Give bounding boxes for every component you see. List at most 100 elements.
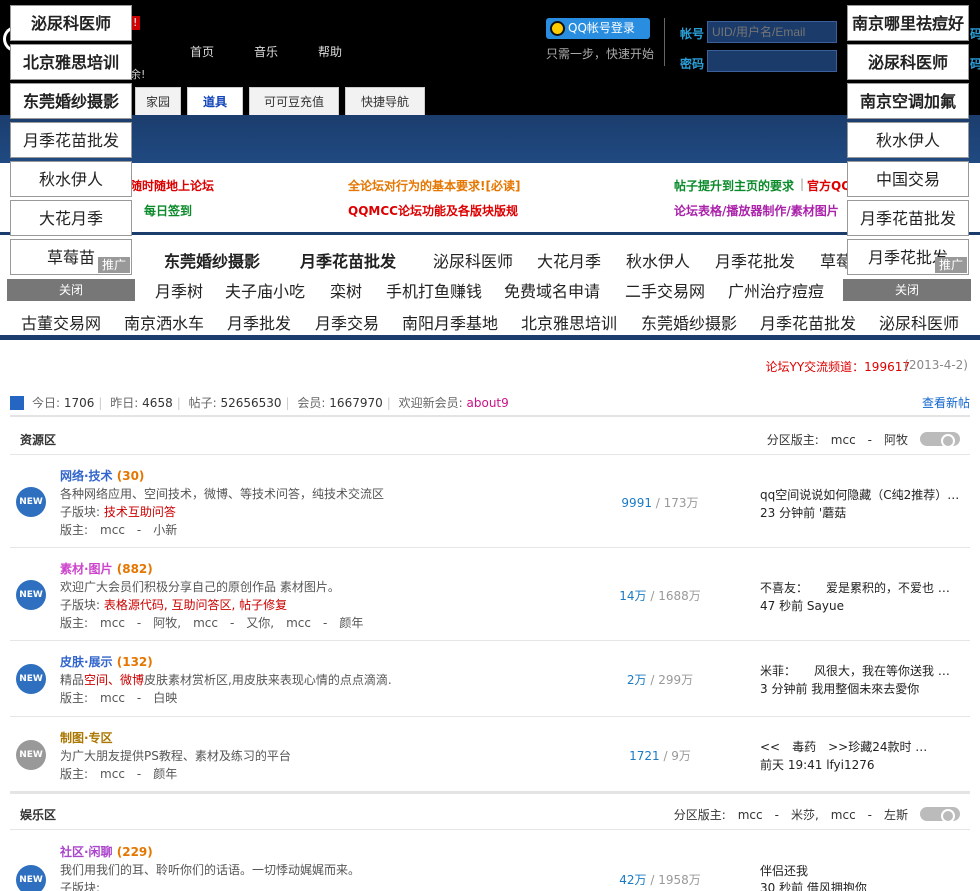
forum-name[interactable]: 社区·闲聊 (229) [60,843,153,860]
last-post-title[interactable]: qq空间说说如何隐藏（C纯2推荐）… [760,486,970,503]
float-ad-item[interactable]: 泌尿科医师 [10,5,132,41]
float-ad-item[interactable]: 月季花苗批发 [847,200,969,236]
notice-link[interactable]: 每日签到 [144,202,192,219]
ad-link[interactable]: 南京洒水车 [124,310,204,334]
password-label: 密码 [680,57,705,71]
float-ad-item[interactable]: 秋水伊人 [847,122,969,158]
collapse-toggle[interactable] [920,807,960,823]
ad-link[interactable]: 泌尿科医师 [879,310,959,334]
forum-desc: 各种网络应用、空间技术，微博、等技术问答，纯技术交流区 [60,487,385,501]
posts-count: 52656530 [220,396,282,410]
forum-desc: 精品空间、微博皮肤素材赏析区,用皮肤来表现心情的点点滴滴. [60,673,392,687]
ad-link[interactable]: 夫子庙小吃 [225,278,305,302]
cut-label: 码 [970,27,980,41]
float-ad-item[interactable]: 大花月季 [10,200,132,236]
float-close-button[interactable]: 关闭 [7,279,135,301]
yy-channel[interactable]: 论坛YY交流频道：199617 [766,358,910,375]
float-ad-item[interactable]: 南京哪里祛痘好 [847,5,969,41]
notice-link[interactable]: 帖子提升到主页的要求 [674,177,794,194]
yesterday-count: 4658 [142,396,173,410]
last-post-meta: 前天 19:41 lfyi1276 [760,758,875,772]
last-post-title[interactable]: 不喜友： 爱是累积的，不爱也 … [760,579,970,596]
ad-link[interactable]: 秋水伊人 [626,248,690,272]
password-input[interactable] [707,50,837,72]
last-post-meta: 47 秒前 Sayue [760,599,844,613]
ad-link[interactable]: 广州治疗痘痘 [728,278,824,302]
forum-row: NEW 社区·闲聊 (229) 我们用我们的耳、聆听你们的话语。一切悸动娓娓而来… [10,831,970,891]
forum-stats: 2万 / 299万 [626,673,694,687]
last-post-title[interactable]: 伴侣还我 [760,862,970,879]
logo-slogan: 余! [130,68,146,81]
float-ad-item[interactable]: 中国交易 [847,161,969,197]
forum-name[interactable]: 制图·专区 [60,729,113,746]
ad-link[interactable]: 古董交易网 [21,310,101,334]
notice-link[interactable]: 官方QQ [807,177,851,194]
category-title: 娱乐区 [20,808,57,822]
tab-quick-nav[interactable]: 快捷导航 [345,87,425,115]
view-new-posts-link[interactable]: 查看新帖 [922,394,970,411]
forum-desc: 欢迎广大会员们积极分享自己的原创作品 素材图片。 [60,580,340,594]
tab-props[interactable]: 道具 [187,87,243,115]
last-post-title[interactable]: << 毒药 >>珍藏24款时 … [760,738,970,755]
new-icon: NEW [16,580,46,610]
forum-subs: 子版块: 表格源代码, 互助问答区, 帖子修复 [60,598,288,612]
ad-link[interactable]: 月季花苗批发 [300,248,396,272]
ad-link[interactable]: 免费域名申请 [504,278,600,302]
nav-music[interactable]: 音乐 [254,43,278,60]
forum-desc: 我们用我们的耳、聆听你们的话语。一切悸动娓娓而来。 [60,863,361,877]
banner-band [0,115,980,163]
nav-help[interactable]: 帮助 [318,43,342,60]
notice-link[interactable]: 论坛表格/播放器制作/素材图片 [674,202,839,219]
ad-link[interactable]: 月季树 [155,278,203,302]
notice-link[interactable]: 随时随地上论坛 [130,177,214,194]
last-post-meta: 3 分钟前 我用整個未來去愛你 [760,682,920,696]
newest-member-link[interactable]: about9 [467,396,509,410]
collapse-toggle[interactable] [920,432,960,448]
ad-link[interactable]: 月季花苗批发 [760,310,856,334]
notice-link[interactable]: QQMCC论坛功能及各版块版规 [348,202,518,219]
float-ad-item[interactable]: 秋水伊人 [10,161,132,197]
yy-date: (2013-4-2) [904,358,968,372]
nav-home[interactable]: 首页 [190,43,214,60]
ad-link[interactable]: 二手交易网 [625,278,705,302]
ad-link[interactable]: 北京雅思培训 [521,310,617,334]
ad-link[interactable]: 泌尿科医师 [433,248,513,272]
forum-mods: 版主: mcc - 白映 [60,691,178,705]
ad-link[interactable]: 月季交易 [315,310,379,334]
ad-link[interactable]: 东莞婚纱摄影 [641,310,737,334]
forum-name[interactable]: 素材·图片 (882) [60,560,153,577]
tab-home[interactable]: 家园 [135,87,181,115]
forum-mods: 版主: mcc - 颜年 [60,767,178,781]
float-ad-item[interactable]: 泌尿科医师 [847,44,969,80]
push-badge: 推广 [934,257,967,273]
notice-link[interactable]: 全论坛对行为的基本要求![必读] [348,177,520,194]
account-input[interactable] [707,21,837,43]
forum-stats: 1721 / 9万 [629,749,691,763]
float-ad-item[interactable]: 北京雅思培训 [10,44,132,80]
ad-link[interactable]: 手机打鱼赚钱 [386,278,482,302]
float-ad-item[interactable]: 东莞婚纱摄影 [10,83,132,119]
category-moderators: 分区版主: mcc - 米莎, mcc - 左斯 [673,808,908,822]
members-count: 1667970 [329,396,383,410]
cut-label: 码 [970,57,980,71]
ad-link[interactable]: 月季花批发 [715,248,795,272]
ad-link[interactable]: 大花月季 [537,248,601,272]
forum-name[interactable]: 网络·技术 (30) [60,467,144,484]
forum-stats: 9991 / 173万 [621,496,699,510]
float-ad-item[interactable]: 月季花苗批发 [10,122,132,158]
forum-mods: 版主: mcc - 小新 [60,523,178,537]
ad-link[interactable]: 南阳月季基地 [402,310,498,334]
ad-links: 东莞婚纱摄影 月季花苗批发 泌尿科医师 大花月季 秋水伊人 月季花批发 草莓 月… [0,238,980,340]
forum-stats: 今日: 1706 | 昨日: 4658 | 帖子: 52656530 | 会员: 16… [10,393,970,417]
float-ad-item[interactable]: 南京空调加氟 [847,83,969,119]
float-close-button[interactable]: 关闭 [843,279,971,301]
forum-name[interactable]: 皮肤·展示 (132) [60,653,153,670]
last-post-title[interactable]: 米菲： 风很大，我在等你送我 … [760,662,970,679]
tab-recharge[interactable]: 可可豆充值 [249,87,339,115]
ad-link[interactable]: 月季批发 [227,310,291,334]
new-icon: NEW [16,664,46,694]
ad-link[interactable]: 栾树 [330,278,362,302]
category-title: 资源区 [20,433,57,447]
ad-link[interactable]: 东莞婚纱摄影 [164,248,260,272]
qq-login-button[interactable]: QQ帐号登录 [546,18,650,39]
